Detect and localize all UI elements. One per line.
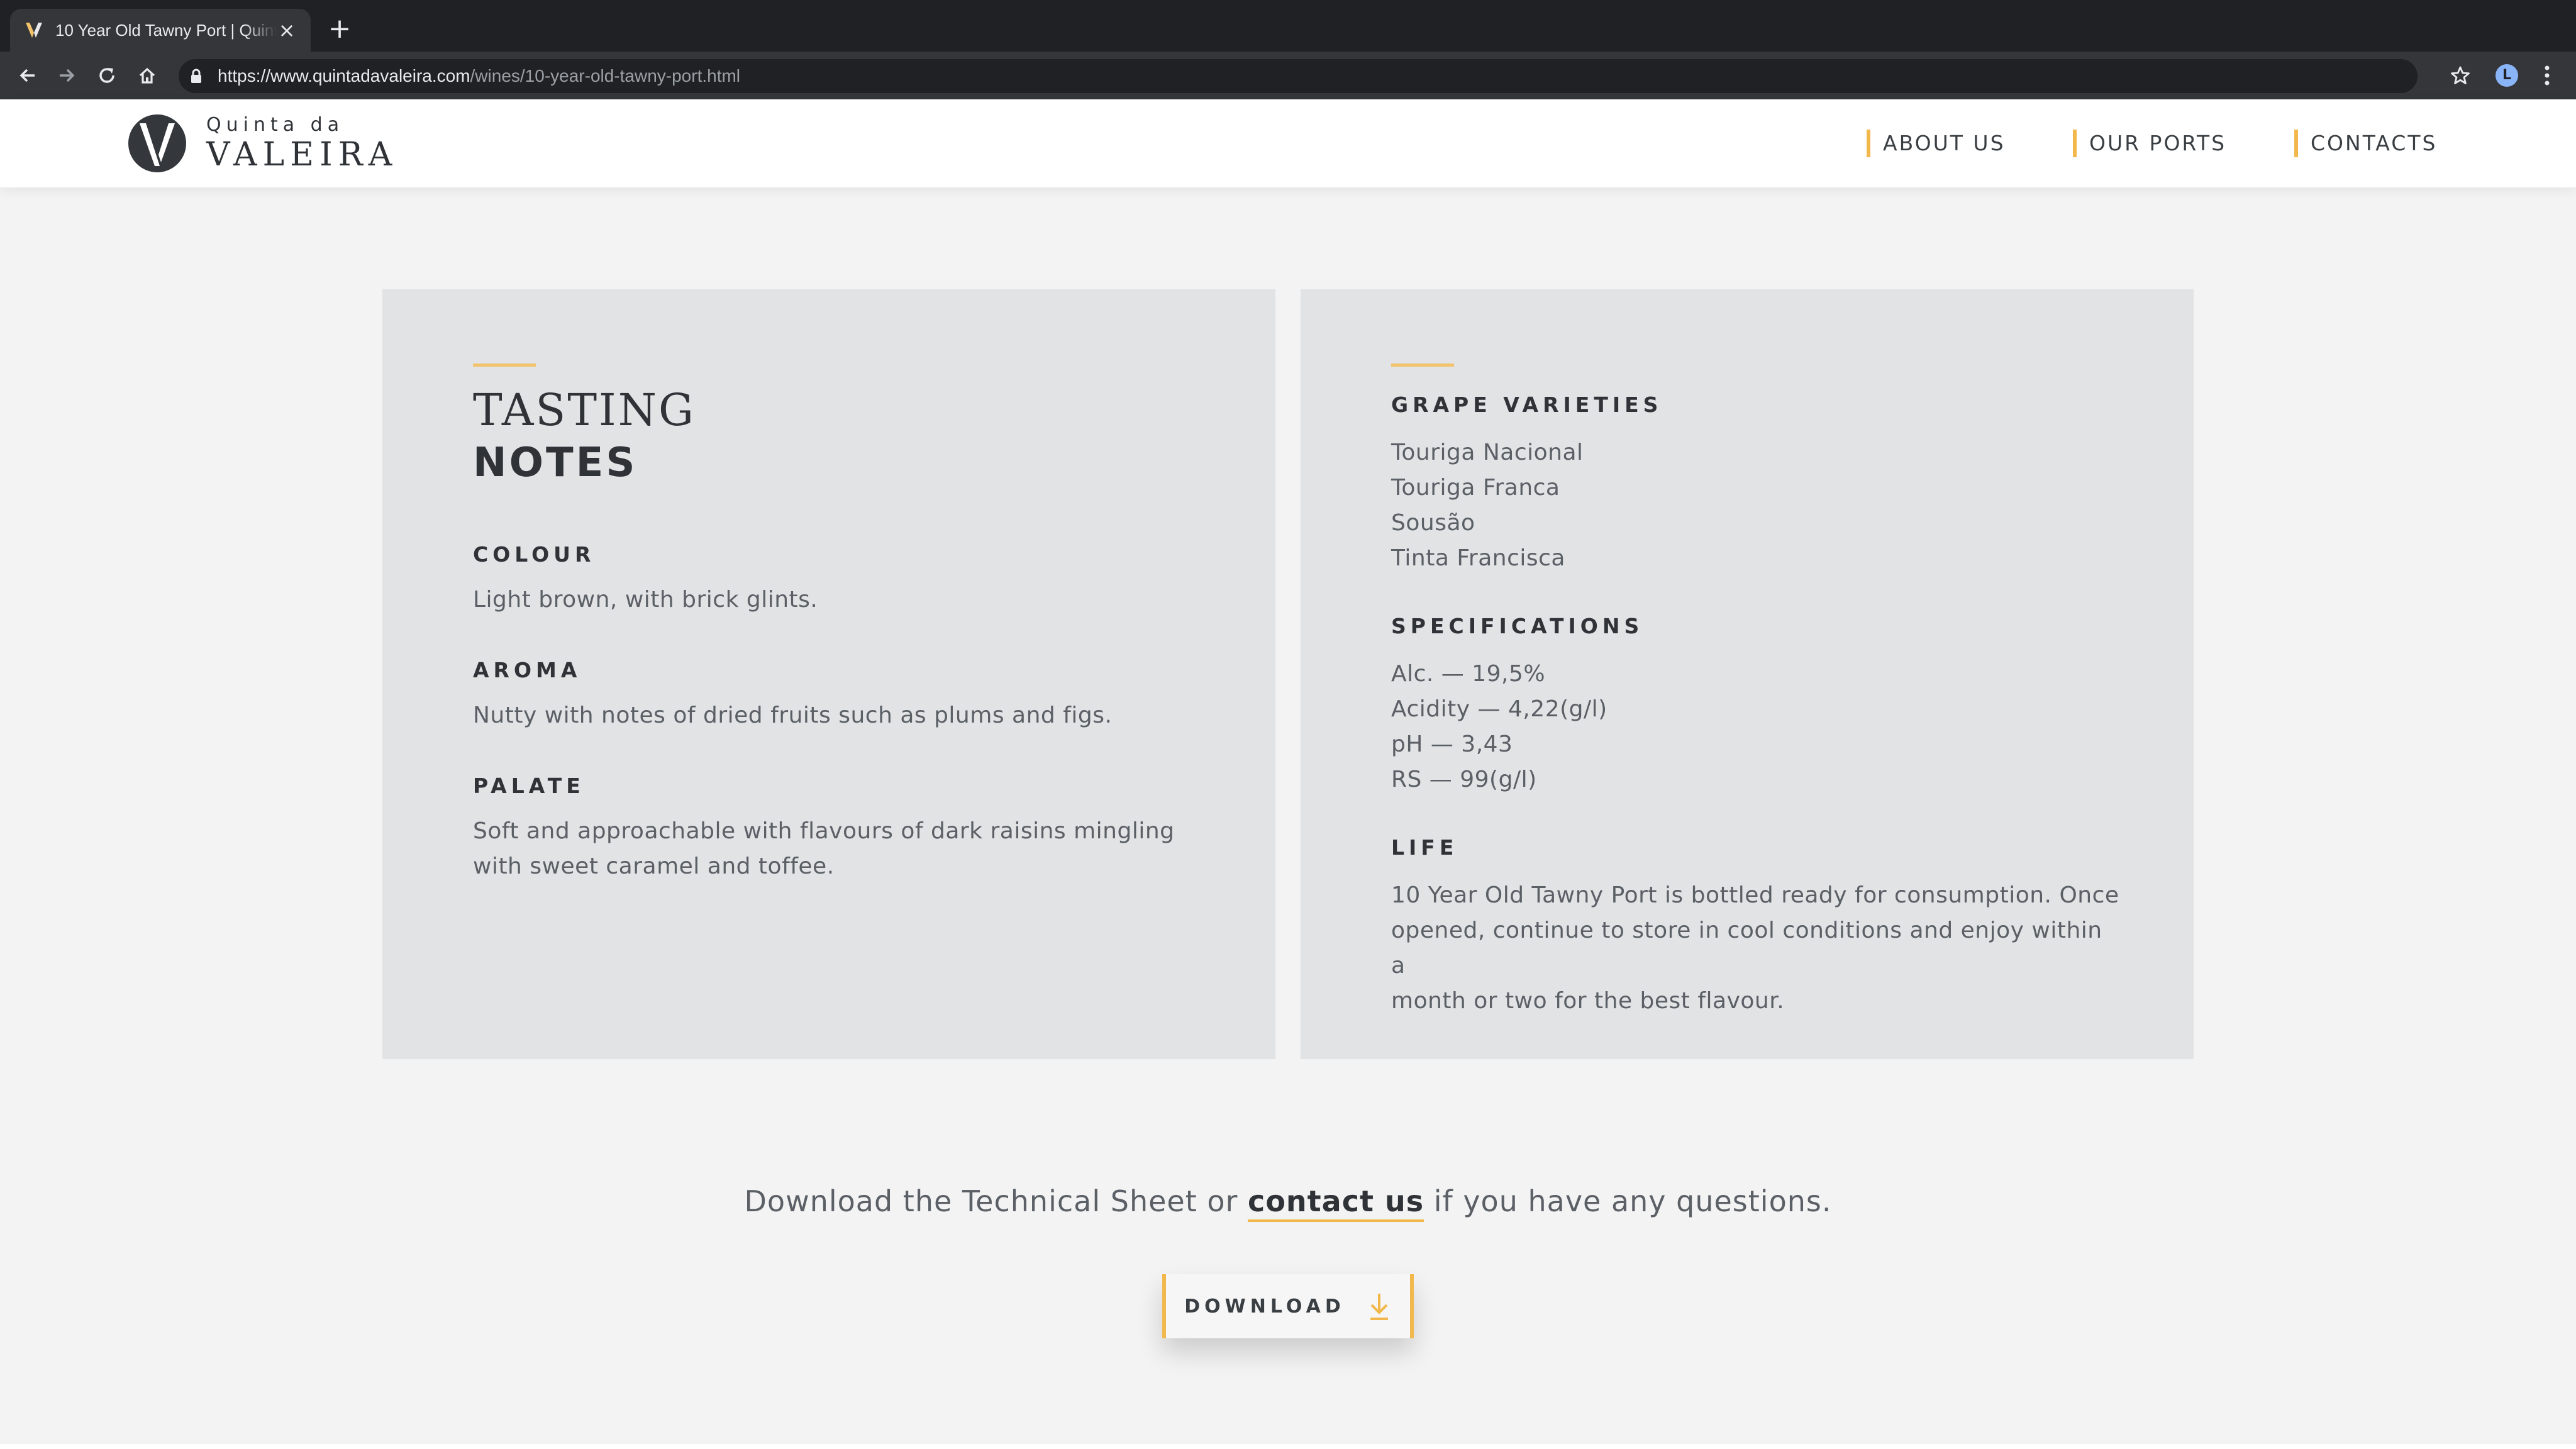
reload-icon[interactable] [92, 60, 122, 91]
grape-variety-item: Touriga Franca [1391, 475, 1560, 501]
life-line: 10 Year Old Tawny Port is bottled ready … [1391, 882, 2119, 908]
specifications-heading: SPECIFICATIONS [1391, 614, 1644, 638]
nav-contacts[interactable]: CONTACTS [2294, 130, 2437, 157]
palate-text: Soft and approachable with flavours of d… [473, 814, 1202, 884]
browser-tab[interactable]: 10 Year Old Tawny Port | Quinta da Valei… [10, 9, 311, 52]
tasting-notes-card: TASTING NOTES COLOUR Light brown, with b… [382, 289, 1275, 1059]
footer-strip [0, 1444, 2576, 1449]
accent-line [473, 364, 536, 367]
specification-item: Alc. — 19,5% [1391, 661, 1546, 687]
specifications-list: Alc. — 19,5% Acidity — 4,22(g/l) pH — 3,… [1391, 657, 2121, 797]
palate-line: Soft and approachable with flavours of d… [473, 818, 1175, 844]
grape-variety-item: Sousão [1391, 510, 1475, 536]
plus-icon[interactable]: + [325, 14, 355, 44]
life-text: 10 Year Old Tawny Port is bottled ready … [1391, 878, 2121, 1019]
grape-variety-item: Tinta Francisca [1391, 545, 1565, 571]
life-line: month or two for the best flavour. [1391, 988, 1785, 1014]
url-path: /wines/10-year-old-tawny-port.html [470, 66, 741, 86]
nav-about-us[interactable]: ABOUT US [1867, 130, 2006, 157]
cta-text-after: if you have any questions. [1424, 1184, 1832, 1218]
wine-details-card: GRAPE VARIETIES Touriga Nacional Touriga… [1301, 289, 2194, 1059]
grape-variety-item: Touriga Nacional [1391, 440, 1584, 465]
browser-tabbar: 10 Year Old Tawny Port | Quinta da Valei… [0, 0, 2576, 52]
aroma-heading: AROMA [473, 658, 582, 682]
lock-icon [191, 69, 201, 83]
nav-our-ports[interactable]: OUR PORTS [2073, 130, 2226, 157]
download-arrow-icon [1370, 1294, 1388, 1320]
tab-title: 10 Year Old Tawny Port | Quinta da Valei… [55, 20, 277, 40]
contact-us-link[interactable]: contact us [1248, 1184, 1424, 1222]
site-logo[interactable]: Quinta da VALEIRA [127, 113, 397, 174]
download-cta-text: Download the Technical Sheet or contact … [0, 1182, 2576, 1222]
colour-heading: COLOUR [473, 542, 596, 567]
palate-line: with sweet caramel and toffee. [473, 853, 835, 879]
url-text: https://www.quintadavaleira.com/wines/10… [218, 59, 740, 93]
accent-line [1391, 364, 1454, 367]
close-icon[interactable]: × [277, 20, 297, 40]
download-button[interactable]: DOWNLOAD [1162, 1274, 1414, 1338]
browser-toolbar: https://www.quintadavaleira.com/wines/10… [0, 52, 2576, 99]
site-favicon-icon [26, 23, 42, 38]
profile-avatar[interactable]: L [2496, 64, 2518, 87]
logo-text-top: Quinta da [206, 114, 345, 136]
tasting-title-line1: TASTING [473, 384, 696, 436]
back-icon[interactable] [13, 60, 43, 91]
tasting-title-line2: NOTES [473, 440, 638, 486]
url-host: https://www.quintadavaleira.com [218, 66, 470, 86]
specification-item: Acidity — 4,22(g/l) [1391, 696, 1607, 722]
life-heading: LIFE [1391, 835, 1458, 860]
forward-icon[interactable] [52, 60, 82, 91]
download-button-label: DOWNLOAD [1184, 1295, 1345, 1318]
tasting-notes-title: TASTING NOTES [473, 384, 696, 489]
aroma-text: Nutty with notes of dried fruits such as… [473, 702, 1113, 728]
colour-text: Light brown, with brick glints. [473, 587, 818, 613]
grape-varieties-list: Touriga Nacional Touriga Franca Sousão T… [1391, 435, 2121, 576]
site-header: Quinta da VALEIRA ABOUT US OUR PORTS CON… [0, 99, 2576, 187]
grape-varieties-heading: GRAPE VARIETIES [1391, 392, 1663, 417]
logo-v-icon [128, 114, 186, 172]
menu-icon[interactable] [2534, 60, 2560, 91]
cta-text-before: Download the Technical Sheet or [744, 1184, 1248, 1218]
palate-heading: PALATE [473, 774, 585, 798]
star-icon[interactable] [2445, 60, 2475, 91]
home-icon[interactable] [132, 60, 162, 91]
address-bar[interactable]: https://www.quintadavaleira.com/wines/10… [179, 59, 2418, 93]
life-line: opened, continue to store in cool condit… [1391, 918, 2102, 979]
specification-item: pH — 3,43 [1391, 731, 1513, 757]
specification-item: RS — 99(g/l) [1391, 767, 1537, 792]
logo-text-bottom: VALEIRA [206, 136, 398, 174]
